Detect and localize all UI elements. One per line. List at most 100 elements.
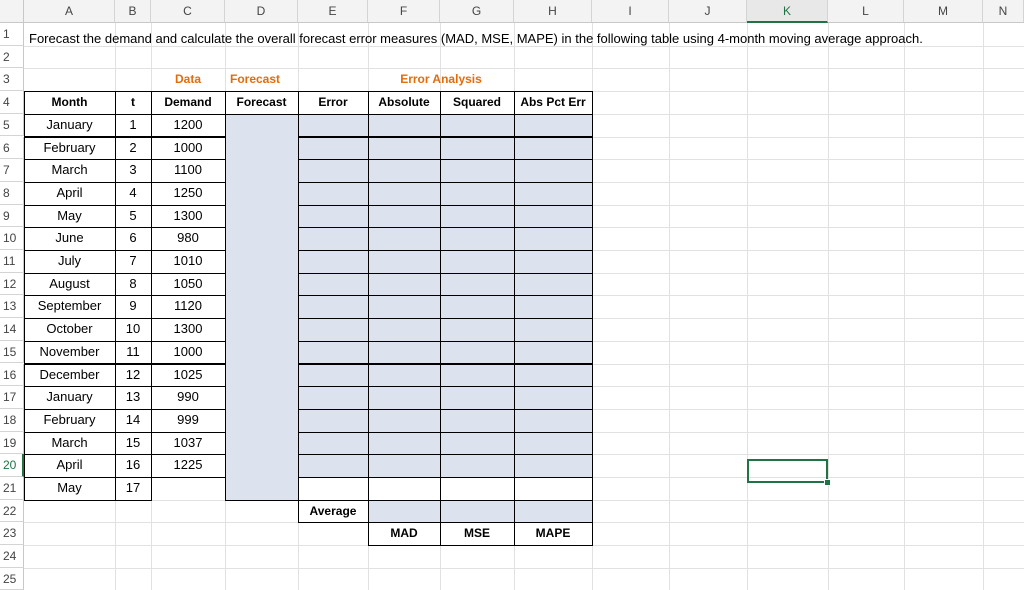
border-demand	[151, 454, 226, 478]
row-header-20[interactable]: 20	[0, 454, 24, 477]
border-error-cell	[298, 295, 369, 320]
row-header-18[interactable]: 18	[0, 408, 24, 432]
border-t	[115, 408, 152, 433]
row-header-24[interactable]: 24	[0, 545, 24, 568]
border-month	[24, 295, 116, 320]
border-demand	[151, 159, 226, 183]
column-header-a[interactable]: A	[24, 0, 115, 23]
border-error-cell	[298, 477, 369, 501]
selected-cell-k20[interactable]	[747, 459, 828, 483]
row-header-23[interactable]: 23	[0, 522, 24, 546]
column-header-h[interactable]: H	[514, 0, 592, 23]
row-header-25[interactable]: 25	[0, 567, 24, 590]
row-header-2[interactable]: 2	[0, 45, 24, 69]
row-header-16[interactable]: 16	[0, 363, 24, 387]
border-error-cell	[514, 454, 593, 478]
border-demand	[151, 113, 226, 138]
column-header-f[interactable]: F	[368, 0, 440, 23]
border-error-cell	[440, 227, 515, 251]
header-border-forecast	[225, 91, 299, 115]
row-header-5[interactable]: 5	[0, 113, 24, 137]
border-error-cell	[368, 181, 441, 206]
header-border-t	[115, 91, 152, 115]
row-header-22[interactable]: 22	[0, 499, 24, 523]
column-header-j[interactable]: J	[669, 0, 747, 23]
column-header-i[interactable]: I	[592, 0, 669, 23]
border-error-cell	[298, 272, 369, 297]
column-header-m[interactable]: M	[904, 0, 983, 23]
border-month	[24, 363, 116, 388]
spreadsheet: ABCDEFGHIJKLMN 1 2 3 4 5 6 7 8 9 10 11 12 13 14 15 16 17…	[0, 0, 1024, 590]
border-error-cell	[368, 204, 441, 229]
border-error-cell	[514, 181, 593, 206]
border-month	[24, 181, 116, 206]
border-demand	[151, 227, 226, 251]
border-error-cell	[298, 227, 369, 251]
row-header-17[interactable]: 17	[0, 386, 24, 409]
row-header-8[interactable]: 8	[0, 181, 24, 205]
border-error-cell	[514, 386, 593, 410]
row-header-21[interactable]: 21	[0, 477, 24, 500]
border-t	[115, 250, 152, 274]
border-error-cell	[298, 454, 369, 478]
row-header-9[interactable]: 9	[0, 204, 24, 228]
select-all-corner[interactable]	[0, 0, 24, 23]
border-error-cell	[368, 136, 441, 161]
border-error-cell	[440, 340, 515, 365]
border-t	[115, 363, 152, 388]
border-error-cell	[514, 295, 593, 320]
column-header-b[interactable]: B	[115, 0, 151, 23]
row-header-3[interactable]: 3	[0, 68, 24, 92]
column-header-l[interactable]: L	[828, 0, 904, 23]
border-t	[115, 181, 152, 206]
border-error-cell	[440, 159, 515, 183]
column-header-g[interactable]: G	[440, 0, 514, 23]
row-header-12[interactable]: 12	[0, 272, 24, 296]
border-error-cell	[440, 136, 515, 161]
group-header-data: Data	[174, 72, 201, 87]
row-header-10[interactable]: 10	[0, 227, 24, 250]
summary-label-mad: MAD	[390, 526, 418, 541]
border-error-cell	[440, 204, 515, 229]
fill-handle[interactable]	[824, 479, 831, 486]
border-error-cell	[514, 408, 593, 433]
border-error-cell	[368, 386, 441, 410]
border-demand	[151, 181, 226, 206]
column-header-n[interactable]: N	[983, 0, 1024, 23]
border-month	[24, 477, 116, 501]
column-header-e[interactable]: E	[298, 0, 368, 23]
row-header-13[interactable]: 13	[0, 295, 24, 319]
row-header-1[interactable]: 1	[0, 23, 24, 46]
average-cell	[368, 499, 441, 524]
row-header-7[interactable]: 7	[0, 159, 24, 182]
border-error-cell	[368, 272, 441, 297]
border-month	[24, 408, 116, 433]
border-error-cell	[298, 386, 369, 410]
header-border-month	[24, 91, 116, 115]
border-demand	[151, 204, 226, 229]
border-error-cell	[440, 386, 515, 410]
column-header-c[interactable]: C	[151, 0, 225, 23]
border-error-cell	[298, 113, 369, 138]
border-error-cell	[440, 431, 515, 456]
row-header-15[interactable]: 15	[0, 340, 24, 364]
border-month	[24, 204, 116, 229]
row-header-4[interactable]: 4	[0, 91, 24, 114]
border-error-cell	[368, 295, 441, 320]
row-header-19[interactable]: 19	[0, 431, 24, 455]
border-error-cell	[514, 272, 593, 297]
column-header-k[interactable]: K	[747, 0, 828, 23]
border-error-cell	[298, 363, 369, 388]
border-error-cell	[368, 318, 441, 342]
column-header-d[interactable]: D	[225, 0, 298, 23]
border-demand	[151, 431, 226, 456]
border-error-cell	[514, 136, 593, 161]
border-error-cell	[514, 340, 593, 365]
row-header-11[interactable]: 11	[0, 250, 24, 273]
border-month	[24, 250, 116, 274]
row-header-14[interactable]: 14	[0, 318, 24, 341]
border-t	[115, 454, 152, 478]
border-month	[24, 454, 116, 478]
row-header-6[interactable]: 6	[0, 136, 24, 160]
border-error-cell	[298, 204, 369, 229]
